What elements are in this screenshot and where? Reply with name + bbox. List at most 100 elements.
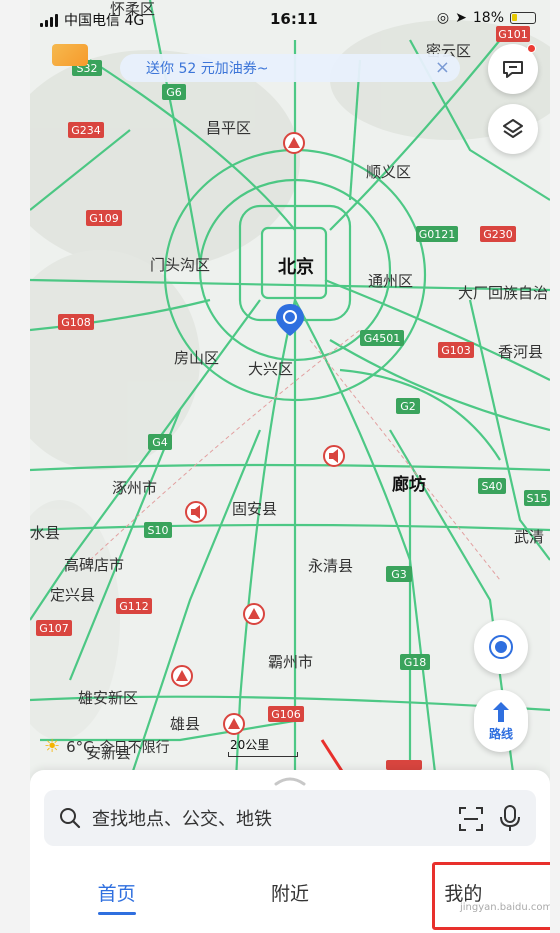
- shield-g230: G230: [480, 226, 516, 242]
- route-arrow-icon: [493, 701, 509, 722]
- map-label[interactable]: 涿州市: [112, 479, 157, 497]
- svg-text:S15: S15: [527, 492, 548, 505]
- map-label[interactable]: 大兴区: [248, 360, 293, 378]
- svg-text:G109: G109: [89, 212, 119, 225]
- svg-text:G230: G230: [483, 228, 513, 241]
- map-label[interactable]: 雄安新区: [78, 689, 138, 707]
- route-label: 路线: [488, 726, 513, 741]
- notification-dot: [527, 44, 536, 53]
- layers-icon: [503, 119, 523, 138]
- svg-text:G108: G108: [61, 316, 91, 329]
- map-label[interactable]: 固安县: [232, 500, 277, 518]
- svg-text:G107: G107: [39, 622, 69, 635]
- map-label[interactable]: 门头沟区: [150, 256, 210, 274]
- svg-text:G4501: G4501: [364, 332, 401, 345]
- map-label[interactable]: 通州区: [368, 272, 413, 290]
- map-label[interactable]: 水县: [30, 524, 60, 542]
- message-button[interactable]: [488, 44, 538, 94]
- close-icon[interactable]: ×: [435, 57, 450, 78]
- svg-text:G234: G234: [71, 124, 101, 137]
- shield-g4: G4: [148, 434, 172, 450]
- scale-bar: [228, 752, 298, 757]
- speaker-icon[interactable]: [323, 445, 345, 467]
- promo-badge-icon[interactable]: [52, 44, 88, 66]
- chat-icon: [503, 61, 523, 78]
- shield-g107: G107: [36, 620, 72, 636]
- battery-percent: 18%: [472, 10, 504, 26]
- promo-banner[interactable]: 送你 52 元加油券~ ×: [120, 54, 460, 82]
- construction-icon[interactable]: [243, 603, 265, 625]
- layers-button[interactable]: [488, 104, 538, 154]
- map-label[interactable]: 北京: [278, 256, 314, 278]
- traffic-restriction: 今日不限行: [99, 739, 170, 756]
- map-label[interactable]: 高碑店市: [64, 556, 124, 574]
- map-label[interactable]: 大厂回族自治: [458, 284, 548, 302]
- shield-g105: [386, 760, 422, 770]
- map-label[interactable]: 顺义区: [366, 163, 411, 181]
- route-button[interactable]: 路线: [474, 690, 528, 752]
- map-label[interactable]: 雄县: [170, 715, 200, 733]
- promo-text: 送你 52 元加油券~: [146, 61, 269, 77]
- map-label[interactable]: 永清县: [308, 557, 353, 575]
- shield-g234: G234: [68, 122, 104, 138]
- locate-button[interactable]: [474, 620, 528, 674]
- search-icon: [60, 808, 81, 829]
- svg-text:S40: S40: [482, 480, 503, 493]
- shield-g106: G106: [268, 706, 304, 722]
- map-label[interactable]: 定兴县: [50, 586, 95, 604]
- shield-s10: S10: [144, 522, 172, 538]
- svg-text:G3: G3: [391, 568, 407, 581]
- mic-icon[interactable]: [498, 804, 522, 832]
- shield-g4501: G4501: [360, 330, 404, 346]
- map-label[interactable]: 霸州市: [268, 653, 313, 671]
- signal-icon: [40, 14, 58, 27]
- watermark: jingyan.baidu.com: [460, 902, 550, 913]
- construction-icon[interactable]: [283, 132, 305, 154]
- svg-text:G103: G103: [441, 344, 471, 357]
- speaker-icon[interactable]: [185, 501, 207, 523]
- status-bar: 中国电信 4G 16:11 ◎ ➤ 18%: [30, 0, 550, 40]
- search-bar[interactable]: 查找地点、公交、地铁: [44, 790, 536, 846]
- carrier-name: 中国电信 4G: [64, 13, 145, 29]
- highlight-box: [432, 862, 550, 930]
- shield-s15: S15: [524, 490, 550, 506]
- svg-text:G106: G106: [271, 708, 301, 721]
- location-arrow-icon: ➤: [455, 10, 467, 26]
- weather-widget[interactable]: ☀ 6°C 今日不限行: [44, 736, 170, 757]
- shield-g108: G108: [58, 314, 94, 330]
- status-right: ◎ ➤ 18%: [437, 10, 536, 26]
- map-label[interactable]: 廊坊: [392, 474, 426, 495]
- tab-nearby[interactable]: 附近: [203, 866, 376, 918]
- construction-icon[interactable]: [171, 665, 193, 687]
- map-label[interactable]: 武清: [514, 528, 544, 546]
- scale-label: 20公里: [230, 738, 270, 752]
- scan-icon[interactable]: [458, 806, 484, 832]
- clock: 16:11: [270, 10, 318, 28]
- shield-g18: G18: [400, 654, 430, 670]
- map-label[interactable]: 香河县: [498, 343, 543, 361]
- locate-icon: [489, 635, 513, 659]
- shield-g3: G3: [386, 566, 412, 582]
- shield-g2: G2: [396, 398, 420, 414]
- network-type: 4G: [124, 13, 145, 29]
- map-label[interactable]: 房山区: [174, 349, 219, 367]
- shield-g6: G6: [162, 84, 186, 100]
- map-label[interactable]: 昌平区: [206, 119, 251, 137]
- shield-g103: G103: [438, 342, 474, 358]
- svg-text:G2: G2: [400, 400, 416, 413]
- weather-temp: 6°C: [66, 737, 94, 756]
- shield-g109: G109: [86, 210, 122, 226]
- tab-home[interactable]: 首页: [30, 866, 203, 918]
- svg-text:S10: S10: [148, 524, 169, 537]
- sun-icon: ☀: [44, 736, 61, 757]
- active-tab-indicator: [98, 912, 136, 915]
- construction-icon[interactable]: [223, 713, 245, 735]
- shield-g0121: G0121: [416, 226, 458, 242]
- sheet-handle-icon[interactable]: [274, 776, 306, 786]
- svg-text:G18: G18: [404, 656, 427, 669]
- shield-s40: S40: [478, 478, 506, 494]
- lock-rotation-icon: ◎: [436, 10, 450, 26]
- svg-text:G4: G4: [152, 436, 168, 449]
- svg-text:G0121: G0121: [419, 228, 456, 241]
- search-placeholder[interactable]: 查找地点、公交、地铁: [92, 805, 272, 831]
